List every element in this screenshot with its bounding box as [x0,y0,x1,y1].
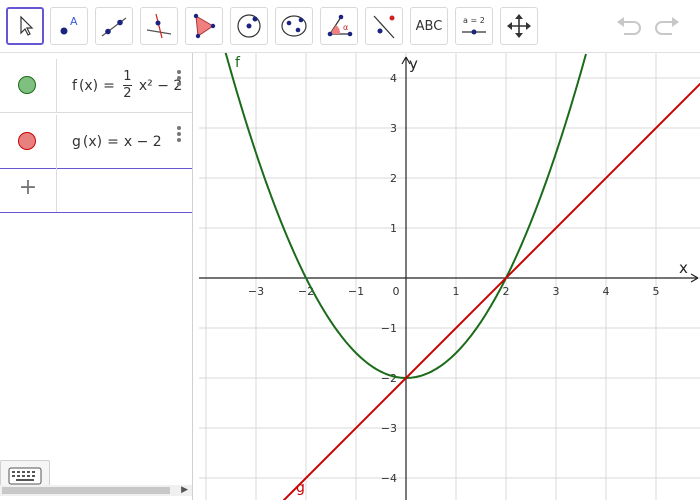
perpendicular-line-tool-button[interactable] [140,7,178,45]
point-icon: A [60,15,78,35]
toolbar: A α ABC a = 2 [0,0,700,53]
x-tick-label: −1 [348,285,364,298]
y-tick-label: 3 [390,122,397,135]
algebra-row-g[interactable]: g (x) = x − 2 [0,115,192,169]
text-tool-button[interactable]: ABC [410,7,448,45]
undo-icon[interactable] [614,12,644,42]
y-tick-label: −3 [381,422,397,435]
move-tool-button[interactable] [6,7,44,45]
f-denominator: 2 [123,86,132,101]
x-tick-label: 2 [503,285,510,298]
f-numerator: 1 [123,69,132,84]
definition-g[interactable]: g (x) = x − 2 [72,115,162,168]
arrow-cursor-icon [20,15,34,36]
point-tool-button[interactable]: A [50,7,88,45]
visibility-toggle-g[interactable] [0,115,57,168]
x-tick-label: 4 [603,285,610,298]
ellipse-icon [281,15,307,37]
scroll-right-arrow-icon[interactable]: ▶ [181,485,188,496]
line-tool-button[interactable] [95,7,133,45]
move-arrows-icon [507,14,531,38]
circle-icon [237,14,261,38]
reflect-tool-button[interactable] [365,7,403,45]
x-tick-label: 1 [453,285,460,298]
y-tick-label: 4 [390,72,397,85]
graphics-view[interactable]: −3 −2 −1 0 1 2 3 4 5 4 3 2 1 −1 −2 −3 −4 f g x y [193,53,700,500]
f-arg: (x) [78,77,99,94]
definition-f[interactable]: f (x) = 1 2 x² − 2 [72,59,182,112]
visibility-marble-f[interactable] [18,76,36,94]
angle-tool-alpha: α [343,23,348,32]
algebra-horizontal-scrollbar[interactable]: ▶ [0,485,192,496]
polygon-icon [193,13,216,39]
slider-icon: a = 2 [462,16,486,35]
x-tick-label: 0 [393,285,400,298]
axes [199,56,699,500]
visibility-marble-g[interactable] [18,132,36,150]
reflect-icon [373,15,395,39]
f-label: f [235,55,241,71]
plus-icon[interactable]: + [18,177,38,199]
y-axis-label: y [409,55,418,73]
move-graphics-view-tool-button[interactable] [500,7,538,45]
text-tool-label: ABC [415,18,443,34]
g-rest: x − 2 [123,133,162,150]
x-axis-label: x [679,259,688,277]
algebra-view: f (x) = 1 2 x² − 2 g (x) = x − 2 + [0,53,193,500]
grid [199,53,700,500]
g-arg: (x) [82,133,103,150]
function-g-line[interactable] [281,53,700,500]
y-tick-label: −1 [381,322,397,335]
graphics-canvas[interactable]: −3 −2 −1 0 1 2 3 4 5 4321−1−2−3−4 f g x y [193,53,700,500]
slider-tool-label: a = 2 [463,16,485,25]
algebra-input-row[interactable]: + [0,165,192,213]
angle-tool-button[interactable]: α [320,7,358,45]
g-name: g [72,133,81,150]
g-more-menu-icon[interactable] [176,125,182,143]
f-equals: = [103,77,115,94]
input-plus-col: + [0,165,57,212]
slider-tool-button[interactable]: a = 2 [455,7,493,45]
y-tick-label: −4 [381,472,397,485]
f-more-menu-icon[interactable] [176,69,182,87]
point-tool-letter: A [70,15,78,28]
x-tick-label: −3 [248,285,264,298]
x-tick-label: 5 [653,285,660,298]
circle-tool-button[interactable] [230,7,268,45]
g-label: g [296,480,305,496]
y-tick-label: 2 [390,172,397,185]
f-name: f [72,77,77,94]
line-icon [101,17,127,37]
visibility-toggle-f[interactable] [0,59,57,112]
polygon-tool-button[interactable] [185,7,223,45]
redo-icon[interactable] [652,12,682,42]
perpendicular-line-icon [146,13,172,39]
ellipse-tool-button[interactable] [275,7,313,45]
angle-icon: α [327,14,353,37]
function-f-curve[interactable] [216,53,587,380]
scrollbar-thumb[interactable] [2,487,170,494]
keyboard-icon [8,467,42,485]
y-tick-label: 1 [390,222,397,235]
f-fraction: 1 2 [122,69,132,101]
algebra-row-f[interactable]: f (x) = 1 2 x² − 2 [0,59,192,113]
y-tick-label: −2 [381,372,397,385]
x-tick-label: 3 [553,285,560,298]
g-equals: = [107,133,119,150]
